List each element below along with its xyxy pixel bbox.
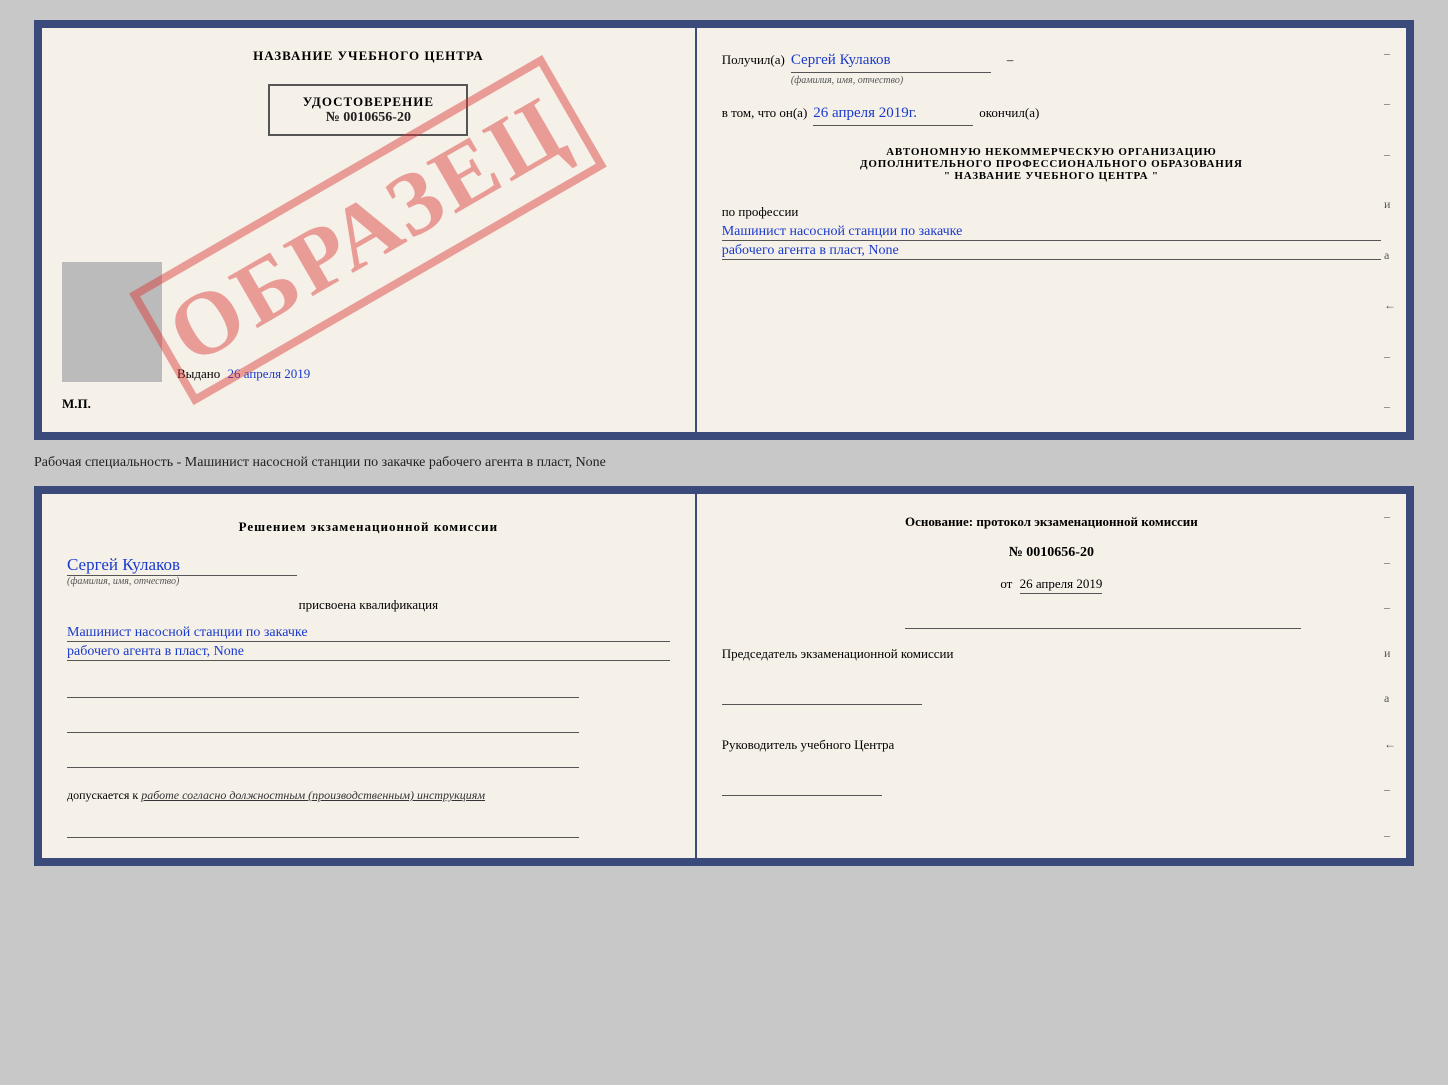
top-document: НАЗВАНИЕ УЧЕБНОГО ЦЕНТРА УДОСТОВЕРЕНИЕ №… [34,20,1414,440]
bottom-familiya-label: (фамилия, имя, отчество) [67,576,670,587]
udostoverenie-label: УДОСТОВЕРЕНИЕ [290,94,446,110]
po-professii-label: по профессии [722,204,1381,220]
empty-line2 [67,713,579,733]
bottom-profession-block: Машинист насосной станции по закачке раб… [67,623,670,663]
empty-line3 [67,748,579,768]
vtom-label: в том, что он(а) [722,103,808,124]
ot-date-value: 26 апреля 2019 [1020,576,1103,594]
photo-placeholder [62,262,162,382]
right-dashes-bottom: – – – и а ← – – [1384,494,1396,858]
rukovoditel-block: Руководитель учебного Центра [722,735,1381,796]
dash1: – [1007,50,1014,71]
right-dashes-top: – – – и а ← – – [1384,28,1396,432]
vydano-label: Выдано [177,366,220,381]
ot-date-line: от 26 апреля 2019 [722,576,1381,592]
bottom-name-handwritten: Сергей Кулаков [67,555,297,576]
predsedatel-title: Председатель экзаменационной комиссии [722,644,1381,665]
vydano-date: 26 апреля 2019 [228,366,311,381]
vydano-line: Выдано 26 апреля 2019 [177,366,310,382]
ot-label: от [1000,576,1012,591]
dopuskaetsya-block: допускается к работе согласно должностны… [67,788,670,803]
middle-text-area: Рабочая специальность - Машинист насосно… [34,450,1414,476]
empty-line1 [67,678,579,698]
dopuskaetsya-label: допускается к [67,788,138,802]
bottom-profession1: Машинист насосной станции по закачке [67,625,670,642]
top-center-title: НАЗВАНИЕ УЧЕБНОГО ЦЕНТРА [253,48,484,64]
profession-line1: Машинист насосной станции по закачке [722,224,1381,241]
empty-line4 [67,818,579,838]
date-underline [905,609,1301,629]
bottom-document: Решением экзаменационной комиссии Сергей… [34,486,1414,866]
top-left-panel: НАЗВАНИЕ УЧЕБНОГО ЦЕНТРА УДОСТОВЕРЕНИЕ №… [42,28,697,432]
bottom-profession2: рабочего агента в пласт, None [67,644,670,661]
predsedatel-signature-line [722,680,922,705]
rukovoditel-signature-line [722,771,882,796]
bottom-left-panel: Решением экзаменационной комиссии Сергей… [42,494,697,858]
protokol-number: № 0010656-20 [722,545,1381,561]
name-block-bottom: Сергей Кулаков (фамилия, имя, отчество) [67,555,670,587]
bottom-right-panel: Основание: протокол экзаменационной коми… [697,494,1406,858]
familiya-label-top: (фамилия, имя, отчество) [791,73,903,89]
profession-line2: рабочего агента в пласт, None [722,243,1381,260]
poluchil-label: Получил(а) [722,50,785,71]
osnov-title: Основание: протокол экзаменационной коми… [722,514,1381,530]
prisvoena-label: присвоена квалификация [67,597,670,613]
poluchil-line: Получил(а) Сергей Кулаков (фамилия, имя,… [722,48,1381,89]
udostoverenie-box: УДОСТОВЕРЕНИЕ № 0010656-20 [268,84,468,136]
org-line2: ДОПОЛНИТЕЛЬНОГО ПРОФЕССИОНАЛЬНОГО ОБРАЗО… [722,158,1381,170]
vtom-line: в том, что он(а) 26 апреля 2019г. окончи… [722,101,1381,126]
poluchil-name: Сергей Кулаков [791,48,991,73]
top-right-panel: Получил(а) Сергей Кулаков (фамилия, имя,… [697,28,1406,432]
middle-specialty-text: Рабочая специальность - Машинист насосно… [34,455,1414,471]
rukovoditel-title: Руководитель учебного Центра [722,735,1381,756]
predsedatel-block: Председатель экзаменационной комиссии [722,644,1381,705]
komissia-title: Решением экзаменационной комиссии [67,519,670,535]
date-value: 26 апреля 2019г. [813,101,973,126]
po-professii-block: по профессии Машинист насосной станции п… [722,204,1381,262]
mp-label: М.П. [62,396,91,412]
org-line3: " НАЗВАНИЕ УЧЕБНОГО ЦЕНТРА " [722,170,1381,182]
okonchil-label: окончил(а) [979,103,1039,124]
org-line1: АВТОНОМНУЮ НЕКОММЕРЧЕСКУЮ ОРГАНИЗАЦИЮ [722,146,1381,158]
dopuskaetsya-text: работе согласно должностным (производств… [141,788,485,802]
org-block: АВТОНОМНУЮ НЕКОММЕРЧЕСКУЮ ОРГАНИЗАЦИЮ ДО… [722,146,1381,182]
udostoverenie-number: № 0010656-20 [290,110,446,126]
